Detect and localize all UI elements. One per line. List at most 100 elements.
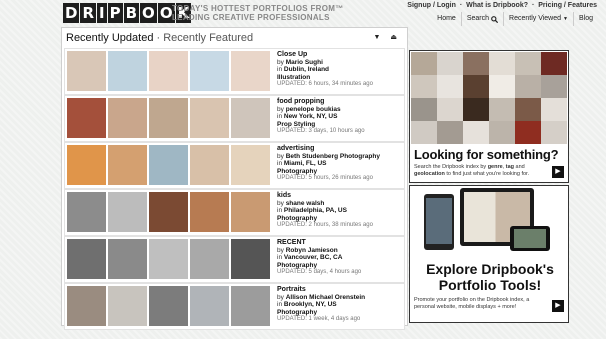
portfolio-thumbnail[interactable] xyxy=(67,145,106,185)
portfolio-thumbnail[interactable] xyxy=(108,51,147,91)
author-link[interactable]: Beth Studenberg Photography xyxy=(286,153,380,160)
portfolio-row[interactable]: food propping by penelope boukias in New Y… xyxy=(64,95,405,142)
author-link[interactable]: Robyn Jamieson xyxy=(286,247,338,254)
portfolio-title[interactable]: Close Up xyxy=(277,51,402,59)
portfolio-title[interactable]: RECENT xyxy=(277,239,402,247)
author-link[interactable]: Allison Michael Orenstein xyxy=(286,294,365,301)
portfolio-thumbnail[interactable] xyxy=(67,98,106,138)
nav-home[interactable]: Home xyxy=(432,12,461,26)
portfolio-category[interactable]: Prop Styling xyxy=(277,121,402,129)
portfolio-location-line: in Vancouver, BC, CA xyxy=(277,254,343,261)
location-link[interactable]: Brooklyn, NY, US xyxy=(284,301,337,308)
chevron-down-icon: ▼ xyxy=(563,16,568,22)
mosaic-thumbnail xyxy=(515,121,541,144)
portfolio-thumbnail[interactable] xyxy=(67,239,106,279)
updated-timestamp: UPDATED: 3 days, 10 hours ago xyxy=(277,128,365,134)
location-link[interactable]: Dublin, Ireland xyxy=(284,66,329,73)
portfolio-category[interactable]: Photography xyxy=(277,215,402,223)
portfolio-location-line: in Dublin, Ireland xyxy=(277,66,330,73)
portfolio-row[interactable]: advertising by Beth Studenberg Photograph… xyxy=(64,142,405,189)
portfolio-title[interactable]: advertising xyxy=(277,145,402,153)
nav-blog[interactable]: Blog xyxy=(572,12,598,26)
portfolio-thumbnail[interactable] xyxy=(149,98,188,138)
portfolio-row[interactable]: RECENT by Robyn Jamieson in Vancouver, BC,… xyxy=(64,236,405,283)
updated-timestamp: UPDATED: 5 hours, 26 minutes ago xyxy=(277,175,373,181)
author-link[interactable]: Mario Sughi xyxy=(286,59,323,66)
updated-timestamp: UPDATED: 2 hours, 38 minutes ago xyxy=(277,222,373,228)
portfolio-thumbnail[interactable] xyxy=(67,286,106,326)
tab-recently-featured[interactable]: · Recently Featured xyxy=(153,32,254,44)
pricing-features-link[interactable]: Pricing / Features xyxy=(538,2,597,9)
mosaic-thumbnail xyxy=(489,98,515,121)
portfolio-thumbnail[interactable] xyxy=(149,51,188,91)
portfolio-thumbnail[interactable] xyxy=(67,51,106,91)
portfolio-thumbnail[interactable] xyxy=(108,192,147,232)
portfolio-thumbnail[interactable] xyxy=(190,145,229,185)
mosaic-thumbnail xyxy=(437,75,463,98)
play-arrow-icon[interactable]: ▶ xyxy=(552,166,564,178)
mosaic-thumbnail xyxy=(411,121,437,144)
portfolio-thumbnail[interactable] xyxy=(190,192,229,232)
portfolio-thumbnail[interactable] xyxy=(231,192,270,232)
portfolio-thumbnail[interactable] xyxy=(231,286,270,326)
portfolio-thumbnail[interactable] xyxy=(231,51,270,91)
portfolio-info: advertising by Beth Studenberg Photograph… xyxy=(277,145,402,183)
mosaic-thumbnail xyxy=(437,98,463,121)
portfolio-thumbnail[interactable] xyxy=(108,239,147,279)
logo-letter: O xyxy=(140,3,157,23)
play-arrow-icon[interactable]: ▶ xyxy=(552,300,564,312)
what-is-dripbook-link[interactable]: What is Dripbook? xyxy=(466,2,528,9)
updated-timestamp: UPDATED: 6 hours, 34 minutes ago xyxy=(277,81,373,87)
location-link[interactable]: Vancouver, BC, CA xyxy=(284,254,343,261)
tab-recently-updated[interactable]: Recently Updated xyxy=(66,32,153,44)
logo-letter: I xyxy=(97,3,107,23)
nav-search[interactable]: Search xyxy=(460,12,503,26)
portfolio-thumbnail[interactable] xyxy=(190,239,229,279)
nav-recently-viewed[interactable]: Recently Viewed ▼ xyxy=(503,12,573,26)
portfolio-title[interactable]: Portraits xyxy=(277,286,402,294)
author-link[interactable]: shane walsh xyxy=(286,200,325,207)
portfolio-thumbnail[interactable] xyxy=(149,145,188,185)
author-link[interactable]: penelope boukias xyxy=(286,106,341,113)
search-promo-body: Search the Dripbook index by genre, tag … xyxy=(414,164,530,177)
logo-letter: P xyxy=(107,3,123,23)
portfolio-thumbnail[interactable] xyxy=(149,286,188,326)
portfolio-thumbnail[interactable] xyxy=(149,192,188,232)
sort-down-icon[interactable]: ▼ xyxy=(373,34,380,41)
portfolio-thumbnail[interactable] xyxy=(108,286,147,326)
portfolio-row[interactable]: Close Up by Mario Sughi in Dublin, Ireland… xyxy=(64,48,405,95)
portfolio-title[interactable]: kids xyxy=(277,192,402,200)
location-link[interactable]: Miami, FL, US xyxy=(284,160,327,167)
portfolio-category[interactable]: Photography xyxy=(277,309,402,317)
portfolio-category[interactable]: Photography xyxy=(277,262,402,270)
portfolio-thumbnails xyxy=(67,239,270,279)
portfolio-thumbnail[interactable] xyxy=(190,286,229,326)
portfolio-thumbnail[interactable] xyxy=(108,98,147,138)
portfolio-thumbnail[interactable] xyxy=(108,145,147,185)
signup-login-link[interactable]: Signup / Login xyxy=(407,2,456,9)
portfolio-thumbnail[interactable] xyxy=(190,98,229,138)
location-link[interactable]: New York, NY, US xyxy=(284,113,338,120)
portfolio-tools-promo[interactable]: Explore Dripbook's Portfolio Tools! Prom… xyxy=(409,185,569,323)
portfolio-title[interactable]: food propping xyxy=(277,98,402,106)
portfolio-thumbnail[interactable] xyxy=(231,145,270,185)
location-link[interactable]: Philadelphia, PA, US xyxy=(284,207,347,214)
portfolio-thumbnail[interactable] xyxy=(67,192,106,232)
portfolio-thumbnails xyxy=(67,286,270,326)
portfolio-thumbnail[interactable] xyxy=(231,239,270,279)
portfolio-category[interactable]: Illustration xyxy=(277,74,402,82)
portfolio-author-line: by Beth Studenberg Photography xyxy=(277,152,380,160)
search-promo[interactable]: Looking for something? Search the Dripbo… xyxy=(409,50,569,183)
portfolio-info: Portraits by Allison Michael Orenstein in … xyxy=(277,286,402,324)
portfolio-category[interactable]: Photography xyxy=(277,168,402,176)
tools-promo-body: Promote your portfolio on the Dripbook i… xyxy=(414,297,530,310)
collapse-icon[interactable]: ⏏ xyxy=(390,34,397,41)
mosaic-thumbnail xyxy=(437,121,463,144)
portfolio-thumbnail[interactable] xyxy=(231,98,270,138)
portfolio-thumbnail[interactable] xyxy=(190,51,229,91)
logo-letter: B xyxy=(123,3,140,23)
portfolio-thumbnail[interactable] xyxy=(149,239,188,279)
portfolio-row[interactable]: kids by shane walsh in Philadelphia, PA, U… xyxy=(64,189,405,236)
portfolio-row[interactable]: Portraits by Allison Michael Orenstein in … xyxy=(64,283,405,330)
portfolio-thumbnails xyxy=(67,98,270,138)
